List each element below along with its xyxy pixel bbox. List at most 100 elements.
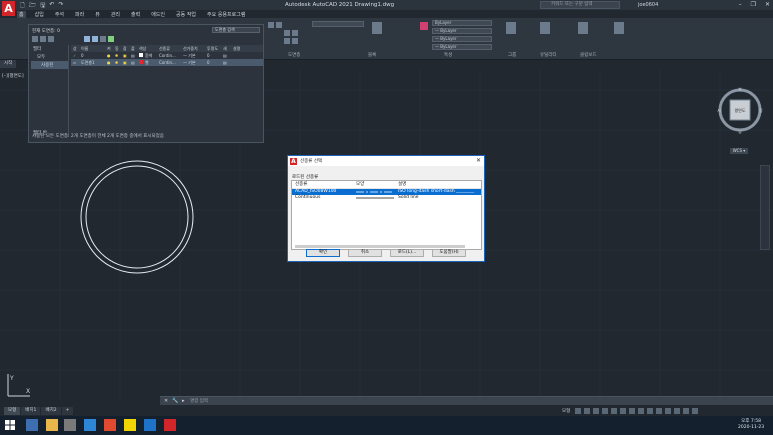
command-input[interactable]: 명령 입력 [190,398,208,404]
customization-icon[interactable] [692,408,698,414]
col-new-vp-freeze[interactable]: 새 [221,45,231,52]
inner-circle[interactable] [85,165,189,269]
app-blue-icon[interactable] [84,419,96,431]
col-plot[interactable]: 플 [129,45,137,52]
chrome-icon[interactable] [64,419,76,431]
task-view-icon[interactable] [26,419,38,431]
layer-row[interactable]: ✓ 0 ● ✺ ▣ ▤ 흰색 Contin... — 기본 0 ▤ [71,52,263,59]
new-group-filter-icon[interactable] [40,36,46,42]
bulb-on-icon[interactable]: ● [105,52,113,59]
workspace-icon[interactable] [647,408,653,414]
isolate-icon[interactable] [665,408,671,414]
sun-thaw-icon[interactable]: ✺ [113,52,121,59]
horizontal-scrollbar[interactable] [295,245,465,248]
dialog-close-button[interactable]: ✕ [476,157,481,164]
plot-icon[interactable]: ▤ [129,52,137,59]
filter-used[interactable]: 사용된 [31,61,68,69]
hardware-accel-icon[interactable] [674,408,680,414]
wcs-menu[interactable]: WCS ▾ [730,148,748,154]
tab-layout2[interactable]: 배치2 [41,407,61,415]
delete-layer-icon[interactable] [100,36,106,42]
sun-thaw-icon[interactable]: ✺ [113,59,121,66]
autocad-logo[interactable]: A [2,1,15,16]
col-linetype[interactable]: 선종류 [292,181,354,188]
windows-start-icon[interactable] [4,419,16,431]
dialog-titlebar[interactable]: A 선종류 선택 ✕ [288,156,484,166]
col-linetype[interactable]: 선종류 [157,45,181,52]
compass-north[interactable]: 북 [738,87,742,92]
col-freeze[interactable]: 동 [113,45,121,52]
tab-layout1[interactable]: 배치1 [21,407,41,415]
load-button[interactable]: 로드(L)... [390,249,424,257]
layer-color[interactable]: 빨 [137,59,157,66]
layer-states-icon[interactable] [48,36,54,42]
snap-icon[interactable] [584,408,590,414]
polar-icon[interactable] [602,408,608,414]
layer-color[interactable]: 흰색 [137,52,157,59]
annotation-scale-icon[interactable] [638,408,644,414]
osnap-icon[interactable] [611,408,617,414]
units-icon[interactable] [656,408,662,414]
status-model-space[interactable]: 모형 [562,408,570,414]
ortho-icon[interactable] [593,408,599,414]
viewcube[interactable]: 평면도 북 남 동 서 [716,86,764,134]
command-line[interactable]: ✕ 🔧 ▸ 명령 입력 [160,396,773,405]
col-description[interactable]: 설명 [231,45,253,52]
autocad-taskbar-icon[interactable] [164,419,176,431]
ok-button[interactable]: 확인 [306,249,340,257]
file-explorer-icon[interactable] [46,419,58,431]
new-vp-freeze-icon[interactable]: ▤ [221,52,231,59]
app-red-icon[interactable] [104,419,116,431]
col-description[interactable]: 설명 [396,181,481,188]
new-property-filter-icon[interactable] [32,36,38,42]
current-layer-label: 현재 도면층: 0 [32,29,60,34]
lock-open-icon[interactable]: ▣ [121,59,129,66]
close-cmd-icon[interactable]: ✕ [164,398,168,404]
outer-circle[interactable] [80,160,194,274]
layer-lineweight[interactable]: — 기본 [181,52,205,59]
layer-linetype[interactable]: Contin... [157,52,181,59]
otrack-icon[interactable] [620,408,626,414]
compass-south[interactable]: 남 [738,128,742,134]
bulb-on-icon[interactable]: ● [105,59,113,66]
layer-linetype[interactable]: Contin... [157,59,181,66]
col-name[interactable]: 이름 [79,45,105,52]
lock-open-icon[interactable]: ▣ [121,52,129,59]
col-lineweight[interactable]: 선가중치 [181,45,205,52]
col-lock[interactable]: 잠 [121,45,129,52]
col-color[interactable]: 색상 [137,45,157,52]
tab-model[interactable]: 모형 [4,407,21,415]
compass-west[interactable]: 서 [717,107,721,113]
cancel-button[interactable]: 취소 [348,249,382,257]
layer-transparency[interactable]: 0 [205,52,221,59]
layer-name[interactable]: 도면층1 [79,59,105,66]
col-appearance[interactable]: 모양 [354,181,396,188]
layer-search-input[interactable]: 도면층 검색 [212,27,260,33]
ucs-icon: Y X [7,374,30,397]
new-layer-vp-frozen-icon[interactable] [92,36,98,42]
kakaotalk-icon[interactable] [124,419,136,431]
linetype-row[interactable]: Continuous Solid line [292,195,481,201]
help-button[interactable]: 도움말(H) [432,249,466,257]
col-transparency[interactable]: 투명도 [205,45,221,52]
clean-screen-icon[interactable] [683,408,689,414]
navigation-bar[interactable] [760,165,770,250]
compass-east[interactable]: 동 [759,108,763,113]
layer-lineweight[interactable]: — 기본 [181,59,205,66]
layer-row[interactable]: ▱ 도면층1 ● ✺ ▣ ▤ 빨 Contin... — 기본 0 ▤ [71,59,263,66]
new-vp-freeze-icon[interactable]: ▤ [221,59,231,66]
new-layer-icon[interactable] [84,36,90,42]
col-status[interactable]: 상 [71,45,79,52]
plot-icon[interactable]: ▤ [129,59,137,66]
customize-cmd-icon[interactable]: 🔧 [172,398,178,404]
filter-all[interactable]: 모두 [31,53,68,61]
set-current-icon[interactable] [108,36,114,42]
layer-transparency[interactable]: 0 [205,59,221,66]
lineweight-icon[interactable] [629,408,635,414]
edge-icon[interactable] [144,419,156,431]
system-clock[interactable]: 오후 7:58 2020-11-23 [738,419,764,431]
add-layout-button[interactable]: + [61,407,74,415]
grid-icon[interactable] [575,408,581,414]
col-on[interactable]: 켜 [105,45,113,52]
layer-name[interactable]: 0 [79,52,105,59]
